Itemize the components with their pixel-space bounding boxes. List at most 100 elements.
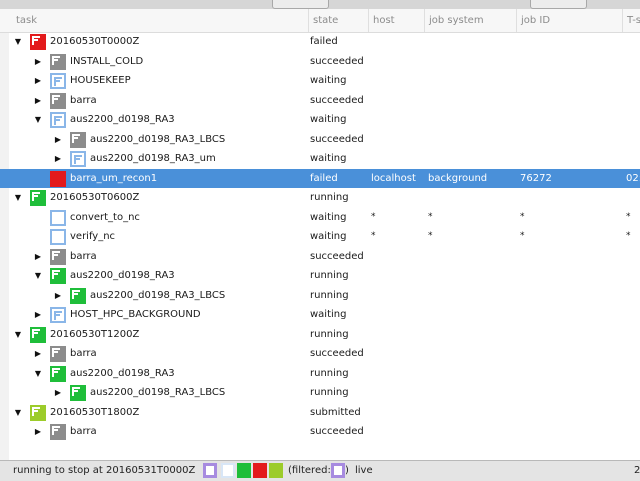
task-state: waiting (310, 231, 347, 242)
family-state-icon (70, 287, 86, 304)
task-row[interactable]: ▶ HOUSEKEEP waiting (0, 71, 640, 91)
collapse-arrow-icon[interactable]: ▼ (32, 364, 44, 384)
column-host[interactable]: host (368, 9, 424, 32)
task-state: failed (310, 172, 338, 184)
task-state: running (310, 289, 349, 301)
task-state: waiting (310, 211, 347, 223)
task-name: aus2200_d0198_RA3 (70, 367, 175, 379)
family-state-icon (50, 73, 66, 89)
expand-arrow-icon[interactable]: ▶ (32, 247, 44, 267)
task-state: succeeded (310, 55, 364, 67)
task-state: running (310, 192, 349, 203)
expand-arrow-icon[interactable]: ▶ (32, 305, 44, 325)
task-name: 20160530T1200Z (50, 328, 140, 340)
task-state: failed (310, 36, 338, 47)
task-name: 20160530T1800Z (50, 406, 140, 418)
task-state: running (310, 328, 349, 340)
expand-arrow-icon[interactable]: ▶ (32, 91, 44, 111)
task-row[interactable]: convert_to_nc waiting * * * * (0, 208, 640, 228)
task-row[interactable]: ▶ aus2200_d0198_RA3_um waiting (0, 149, 640, 169)
family-state-icon (50, 53, 66, 70)
task-tree: ▼ 20160530T0000Z failed ▶ INSTALL_COLD succee… (0, 32, 640, 460)
task-row[interactable]: ▼ aus2200_d0198_RA3 waiting (0, 110, 640, 130)
task-host: * (371, 231, 376, 241)
task-row[interactable]: ▼ aus2200_d0198_RA3 running (0, 364, 640, 384)
task-state-icon (50, 209, 66, 226)
task-state: succeeded (310, 348, 364, 359)
collapse-arrow-icon[interactable]: ▼ (32, 110, 44, 130)
expand-arrow-icon[interactable]: ▶ (32, 71, 44, 91)
task-job-system: * (428, 211, 433, 222)
task-state: succeeded (310, 250, 364, 262)
expand-arrow-icon[interactable]: ▶ (32, 344, 44, 364)
task-name: barra (70, 94, 97, 106)
toolbar-button[interactable] (530, 0, 587, 9)
column-task[interactable]: task (12, 9, 308, 32)
column-time-submit[interactable]: T-s (622, 9, 640, 32)
status-right-value: 2 (634, 465, 640, 476)
column-state[interactable]: state (308, 9, 368, 32)
task-state: succeeded (310, 426, 364, 437)
task-row[interactable]: ▶ aus2200_d0198_RA3_LBCS running (0, 383, 640, 403)
task-name: barra (70, 426, 97, 437)
expand-arrow-icon[interactable]: ▶ (52, 286, 64, 306)
collapse-arrow-icon[interactable]: ▼ (12, 403, 24, 423)
family-state-icon (50, 307, 66, 323)
task-row[interactable]: ▼ 20160530T1800Z submitted (0, 403, 640, 423)
task-state: waiting (310, 75, 347, 86)
column-job-system[interactable]: job system (424, 9, 516, 32)
state-filter-swatch[interactable] (221, 463, 235, 478)
family-state-icon (50, 424, 66, 440)
task-row[interactable]: ▼ 20160530T0600Z running (0, 188, 640, 208)
expand-arrow-icon[interactable]: ▶ (52, 130, 64, 150)
task-row[interactable]: verify_nc waiting * * * * (0, 227, 640, 247)
family-state-icon (30, 190, 46, 206)
column-job-id[interactable]: job ID (516, 9, 622, 32)
task-state: running (310, 387, 349, 398)
task-state: running (310, 270, 349, 281)
task-row[interactable]: ▶ aus2200_d0198_RA3_LBCS succeeded (0, 130, 640, 150)
state-filter-swatch[interactable] (253, 463, 267, 478)
task-name: 20160530T0000Z (50, 36, 140, 47)
family-state-icon (30, 404, 46, 421)
task-row[interactable]: ▶ INSTALL_COLD succeeded (0, 52, 640, 72)
task-state: submitted (310, 406, 361, 418)
collapse-arrow-icon[interactable]: ▼ (12, 188, 24, 208)
family-state-icon (50, 92, 66, 109)
collapse-arrow-icon[interactable]: ▼ (12, 325, 24, 345)
task-row[interactable]: ▼ 20160530T1200Z running (0, 325, 640, 345)
toolbar-button[interactable] (272, 0, 329, 9)
task-job-system: background (428, 172, 488, 184)
expand-arrow-icon[interactable]: ▶ (52, 149, 64, 169)
task-name: aus2200_d0198_RA3_LBCS (90, 289, 226, 301)
task-row[interactable]: ▶ HOST_HPC_BACKGROUND waiting (0, 305, 640, 325)
status-message: running to stop at 20160531T0000Z (13, 465, 196, 476)
task-row[interactable]: ▶ barra succeeded (0, 344, 640, 364)
expand-arrow-icon[interactable]: ▶ (32, 52, 44, 72)
task-row[interactable]: barra_um_recon1 failed localhost background… (0, 168, 640, 188)
filtered-state-swatch[interactable] (331, 463, 345, 478)
collapse-arrow-icon[interactable]: ▼ (12, 32, 24, 52)
task-row[interactable]: ▶ aus2200_d0198_RA3_LBCS running (0, 286, 640, 306)
task-row[interactable]: ▶ barra succeeded (0, 422, 640, 442)
task-row[interactable]: ▼ 20160530T0000Z failed (0, 32, 640, 52)
expand-arrow-icon[interactable]: ▶ (52, 383, 64, 403)
collapse-arrow-icon[interactable]: ▼ (32, 266, 44, 286)
task-row[interactable]: ▶ barra succeeded (0, 247, 640, 267)
task-row[interactable]: ▼ aus2200_d0198_RA3 running (0, 266, 640, 286)
state-filter-swatch[interactable] (203, 463, 217, 478)
state-filter-swatch[interactable] (237, 463, 251, 478)
task-name: barra (70, 250, 97, 262)
family-state-icon (70, 131, 86, 148)
family-state-icon (70, 385, 86, 401)
task-name: aus2200_d0198_RA3_um (90, 153, 216, 164)
task-time-submit: * (626, 231, 631, 241)
task-state-icon (50, 229, 66, 245)
task-row[interactable]: ▶ barra succeeded (0, 91, 640, 111)
expand-arrow-icon[interactable]: ▶ (32, 422, 44, 442)
top-toolbar (0, 0, 640, 9)
task-name: HOUSEKEEP (70, 75, 131, 86)
state-filter-swatch[interactable] (269, 463, 283, 478)
task-name: aus2200_d0198_RA3_LBCS (90, 133, 226, 145)
task-name: INSTALL_COLD (70, 55, 144, 67)
